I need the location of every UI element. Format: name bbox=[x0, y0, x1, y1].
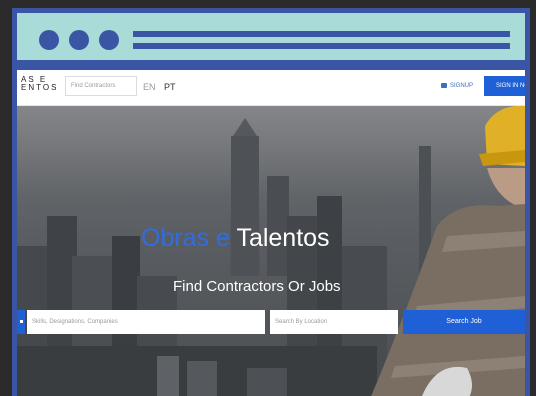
titlebar-line bbox=[133, 43, 510, 49]
hero-subtitle: Find Contractors Or Jobs bbox=[173, 278, 341, 295]
site-navbar: AS E ENTOS Find Contractors EN PT SIGNUP… bbox=[17, 70, 525, 106]
language-pt-link[interactable]: PT bbox=[164, 82, 176, 92]
signup-link[interactable]: SIGNUP bbox=[441, 83, 473, 89]
skills-search-input[interactable]: Skills, Designations, Companies bbox=[27, 310, 265, 334]
website-viewport: AS E ENTOS Find Contractors EN PT SIGNUP… bbox=[17, 70, 525, 396]
site-logo[interactable]: AS E ENTOS bbox=[21, 76, 58, 92]
user-plus-icon bbox=[441, 83, 447, 88]
chevron-icon bbox=[20, 320, 23, 323]
signin-button[interactable]: SIGN IN NO bbox=[484, 76, 525, 96]
hero-title: Obras e Talentos bbox=[141, 224, 330, 253]
browser-frame: AS E ENTOS Find Contractors EN PT SIGNUP… bbox=[12, 8, 530, 396]
window-dot-icon bbox=[99, 30, 119, 50]
search-job-button[interactable]: Search Job bbox=[403, 310, 525, 334]
location-search-input[interactable]: Search By Location bbox=[270, 310, 398, 334]
titlebar-line bbox=[133, 31, 510, 37]
signup-label: SIGNUP bbox=[450, 83, 474, 90]
window-dot-icon bbox=[69, 30, 89, 50]
logo-line-2: ENTOS bbox=[21, 83, 59, 92]
hero-title-blue: Obras e bbox=[141, 224, 230, 252]
category-dropdown-button[interactable] bbox=[17, 310, 25, 334]
window-dot-icon bbox=[39, 30, 59, 50]
contractor-search-input[interactable]: Find Contractors bbox=[65, 76, 137, 96]
window-titlebar bbox=[17, 13, 525, 65]
language-en-link[interactable]: EN bbox=[143, 82, 156, 92]
hero-section: Obras e Talentos Find Contractors Or Job… bbox=[17, 106, 525, 396]
hero-title-white: Talentos bbox=[236, 224, 330, 252]
